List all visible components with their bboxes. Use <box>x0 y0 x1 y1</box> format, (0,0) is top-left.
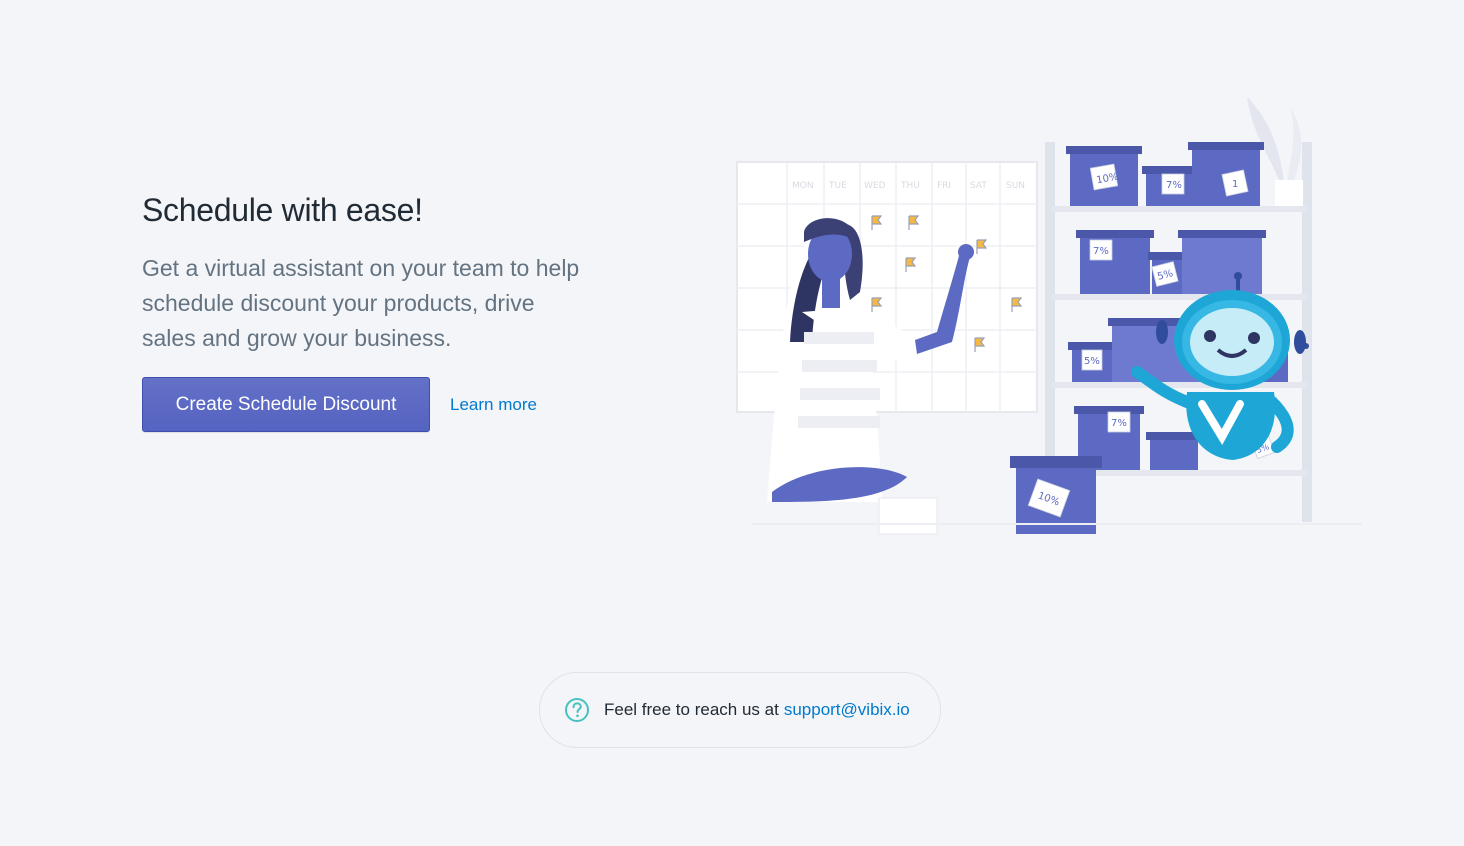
box-label: 1 <box>1232 179 1238 190</box>
calendar-day-label: WED <box>864 181 886 191</box>
support-footer: Feel free to reach us at support@vibix.i… <box>539 672 941 748</box>
box-label: 7% <box>1166 180 1182 191</box>
box-label: 7% <box>1093 246 1109 257</box>
box-label: 5% <box>1084 356 1100 367</box>
calendar-day-label: FRI <box>937 181 951 191</box>
support-email-link[interactable]: support@vibix.io <box>784 700 910 720</box>
box-label: 7% <box>1111 418 1127 429</box>
calendar-day-label: THU <box>900 181 920 191</box>
hero-actions: Create Schedule Discount Learn more <box>142 377 582 432</box>
calendar-day-label: SUN <box>1006 181 1025 191</box>
create-schedule-discount-button[interactable]: Create Schedule Discount <box>142 377 430 432</box>
page-title: Schedule with ease! <box>142 192 423 228</box>
hero-section: Schedule with ease! Get a virtual assist… <box>142 192 582 432</box>
support-text: Feel free to reach us at <box>604 700 779 719</box>
calendar-day-label: TUE <box>828 181 847 191</box>
learn-more-link[interactable]: Learn more <box>450 395 537 415</box>
question-circle-icon <box>565 698 589 722</box>
calendar-day-label: MON <box>792 181 814 191</box>
hero-description: Get a virtual assistant on your team to … <box>142 255 580 351</box>
calendar-day-label: SAT <box>970 181 987 191</box>
schedule-illustration: MON TUE WED THU FRI SAT SUN 10% 7% 1 7% … <box>736 97 1362 535</box>
